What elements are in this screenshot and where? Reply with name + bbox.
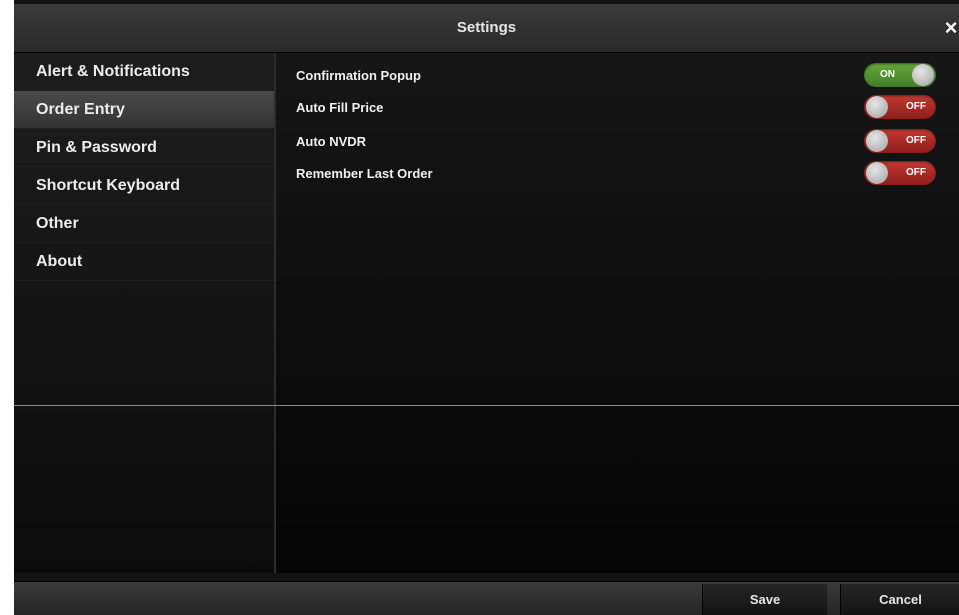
auto-fill-price-toggle[interactable]: OFF	[864, 95, 936, 119]
setting-row-auto-fill-price: Auto Fill Price OFF	[296, 95, 936, 121]
setting-row-confirmation-popup: Confirmation Popup ON	[296, 63, 936, 89]
remember-last-order-toggle[interactable]: OFF	[864, 161, 936, 185]
divider-line	[14, 405, 959, 406]
sidebar-item-alert-notifications[interactable]: Alert & Notifications	[14, 53, 274, 91]
toggle-knob	[866, 162, 888, 184]
toggle-knob	[912, 64, 934, 86]
dialog-titlebar: Settings ×	[14, 4, 959, 53]
toggle-state-text: OFF	[906, 135, 926, 146]
sidebar-item-about[interactable]: About	[14, 243, 274, 281]
close-icon[interactable]: ×	[941, 14, 959, 42]
setting-row-remember-last-order: Remember Last Order OFF	[296, 161, 936, 187]
dialog-title: Settings	[456, 19, 517, 36]
setting-label: Remember Last Order	[296, 166, 433, 181]
settings-content: Confirmation Popup ON Auto Fill Price OF…	[276, 53, 959, 573]
save-button[interactable]: Save	[702, 584, 827, 615]
toggle-state-text: ON	[880, 69, 895, 80]
sidebar-item-pin-password[interactable]: Pin & Password	[14, 129, 274, 167]
setting-label: Auto Fill Price	[296, 100, 384, 115]
toggle-state-text: OFF	[906, 167, 926, 178]
settings-dialog: Settings × Alert & Notifications Order E…	[14, 0, 959, 615]
settings-sidebar: Alert & Notifications Order Entry Pin & …	[14, 53, 276, 573]
setting-label: Auto NVDR	[296, 134, 367, 149]
sidebar-item-shortcut-keyboard[interactable]: Shortcut Keyboard	[14, 167, 274, 205]
dialog-footer: Save Cancel	[14, 581, 959, 615]
toggle-knob	[866, 96, 888, 118]
confirmation-popup-toggle[interactable]: ON	[864, 63, 936, 87]
toggle-state-text: OFF	[906, 101, 926, 112]
sidebar-item-other[interactable]: Other	[14, 205, 274, 243]
sidebar-item-order-entry[interactable]: Order Entry	[14, 91, 274, 129]
toggle-knob	[866, 130, 888, 152]
auto-nvdr-toggle[interactable]: OFF	[864, 129, 936, 153]
setting-row-auto-nvdr: Auto NVDR OFF	[296, 129, 936, 155]
setting-label: Confirmation Popup	[296, 68, 421, 83]
cancel-button[interactable]: Cancel	[840, 584, 959, 615]
